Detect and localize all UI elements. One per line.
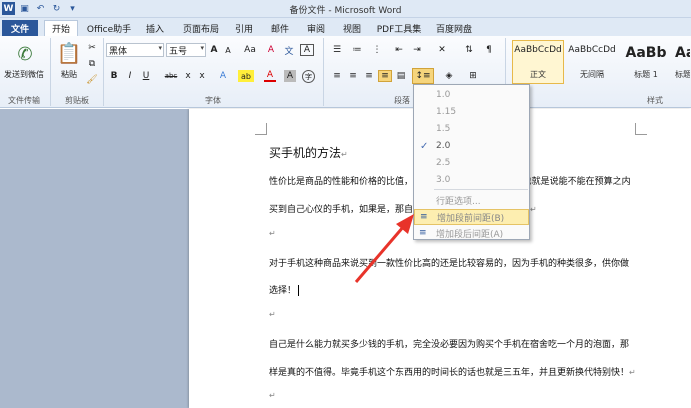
- window-title: 备份文件 - Microsoft Word: [289, 6, 402, 16]
- ribbon-tabs: 文件 开始 Office助手 插入 页面布局 引用 邮件 审阅 视图 PDF工具…: [0, 18, 691, 36]
- tab-mailings[interactable]: 邮件: [266, 20, 294, 36]
- document-line: 对于手机这种商品来说买到一款性价比高的还是比较容易的，因为手机的种类很多，供你做: [269, 259, 630, 269]
- highlight-button[interactable]: ab: [238, 70, 254, 82]
- borders-icon[interactable]: ⊞: [464, 70, 482, 82]
- tab-view[interactable]: 视图: [338, 20, 366, 36]
- menu-separator: [434, 189, 528, 190]
- font-color-button[interactable]: A: [264, 70, 276, 82]
- tab-insert[interactable]: 插入: [140, 20, 170, 36]
- line-spacing-option-2-5[interactable]: 2.5: [414, 155, 529, 171]
- copy-icon[interactable]: ⧉: [86, 58, 98, 70]
- format-painter-icon[interactable]: 🖌: [86, 74, 98, 86]
- space-before-icon: ≡: [420, 212, 428, 222]
- document-title: 买手机的方法↵: [269, 146, 348, 160]
- character-shading-button[interactable]: A: [284, 70, 296, 82]
- chinese-layout-icon[interactable]: ✕: [434, 44, 450, 56]
- tab-home[interactable]: 开始: [44, 20, 78, 36]
- tab-baidu-netdisk[interactable]: 百度网盘: [432, 20, 476, 36]
- change-case-button[interactable]: Aa: [240, 44, 260, 56]
- subscript-button[interactable]: x: [182, 70, 194, 82]
- paste-button[interactable]: 粘贴: [56, 68, 82, 80]
- tab-review[interactable]: 审阅: [302, 20, 330, 36]
- underline-button[interactable]: U: [140, 70, 152, 82]
- tab-pdf-tools[interactable]: PDF工具集: [374, 20, 424, 36]
- align-right-icon[interactable]: ≡: [362, 70, 376, 82]
- add-space-after-item[interactable]: ≡ 增加段后间距(A): [414, 225, 529, 241]
- line-spacing-button[interactable]: ↕≡: [412, 68, 434, 84]
- document-line: ↵: [269, 229, 276, 238]
- clear-format-button[interactable]: A: [264, 44, 278, 56]
- document-line: 样是真的不值得。毕竟手机这个东西用的时间长的话也就是三五年，并且更新换代特别快！…: [269, 368, 636, 378]
- italic-button[interactable]: I: [124, 70, 136, 82]
- phonetic-guide-button[interactable]: 文: [282, 44, 296, 57]
- line-spacing-options-item[interactable]: 行距选项...: [414, 192, 529, 208]
- chevron-down-icon: ▾: [158, 44, 162, 52]
- numbering-icon[interactable]: ≔: [350, 44, 364, 56]
- multilevel-list-icon[interactable]: ⋮: [370, 44, 384, 56]
- decrease-indent-icon[interactable]: ⇤: [392, 44, 406, 56]
- increase-indent-icon[interactable]: ⇥: [410, 44, 424, 56]
- document-line: ↵: [269, 391, 276, 400]
- line-spacing-option-1-15[interactable]: 1.15: [414, 104, 529, 120]
- style-title[interactable]: AaBl 标题: [674, 40, 691, 84]
- justify-icon[interactable]: ≡: [378, 70, 392, 82]
- line-spacing-option-2-0[interactable]: ✓ 2.0: [414, 138, 529, 154]
- margin-corner-mark: [635, 123, 647, 135]
- style-normal[interactable]: AaBbCcDd 正文: [512, 40, 564, 84]
- document-line: 选择！: [269, 283, 300, 296]
- align-center-icon[interactable]: ≡: [346, 70, 360, 82]
- tab-file[interactable]: 文件: [2, 20, 38, 36]
- style-no-spacing[interactable]: AaBbCcDd 无间隔: [566, 40, 618, 84]
- group-label-font: 字体: [205, 96, 221, 105]
- line-spacing-option-1-0[interactable]: 1.0: [414, 87, 529, 103]
- add-space-before-item[interactable]: ≡ 增加段前间距(B): [414, 209, 529, 225]
- bullets-icon[interactable]: ☰: [330, 44, 344, 56]
- show-marks-icon[interactable]: ¶: [482, 44, 496, 56]
- send-to-wechat-button[interactable]: 发送到微信: [0, 68, 48, 80]
- bold-button[interactable]: B: [108, 70, 120, 82]
- font-size-select[interactable]: 五号 ▾: [166, 43, 206, 57]
- ribbon-separator: [50, 38, 51, 106]
- checkmark-icon: ✓: [420, 140, 429, 152]
- tab-office-assistant[interactable]: Office助手: [84, 20, 134, 36]
- text-effects-button[interactable]: A: [216, 70, 230, 82]
- document-line: ↵: [269, 310, 276, 319]
- paste-icon[interactable]: 📋: [57, 40, 82, 66]
- margin-corner-mark: [255, 123, 267, 135]
- strikethrough-button[interactable]: abc: [162, 70, 180, 82]
- group-label-transfer: 文件传输: [8, 96, 40, 105]
- ribbon: ✆ 发送到微信 文件传输 📋 粘贴 ✂ ⧉ 🖌 剪贴板 黑体 ▾ 五号 ▾ A A …: [0, 36, 691, 108]
- style-heading-1[interactable]: AaBb 标题 1: [620, 40, 672, 84]
- superscript-button[interactable]: x: [196, 70, 208, 82]
- ribbon-separator: [323, 38, 324, 106]
- enclose-character-button[interactable]: 字: [302, 70, 315, 83]
- group-label-clipboard: 剪贴板: [65, 96, 89, 105]
- grow-font-button[interactable]: A: [208, 44, 220, 56]
- character-border-button[interactable]: A: [300, 44, 314, 56]
- shrink-font-button[interactable]: A: [222, 44, 234, 56]
- space-after-icon: ≡: [419, 228, 427, 238]
- font-name-select[interactable]: 黑体 ▾: [106, 43, 164, 57]
- tab-references[interactable]: 引用: [230, 20, 258, 36]
- tab-page-layout[interactable]: 页面布局: [178, 20, 224, 36]
- sort-icon[interactable]: ⇅: [462, 44, 476, 56]
- wechat-icon[interactable]: ✆: [12, 42, 38, 66]
- shading-icon[interactable]: ◈: [440, 70, 458, 82]
- line-spacing-option-1-5[interactable]: 1.5: [414, 121, 529, 137]
- title-bar: W ▣ ↶ ↻ ▾ 备份文件 - Microsoft Word: [0, 0, 691, 18]
- text-cursor: [298, 285, 300, 296]
- line-spacing-menu: 1.0 1.15 1.5 ✓ 2.0 2.5 3.0 行距选项... ≡ 增加段…: [413, 84, 530, 240]
- align-left-icon[interactable]: ≡: [330, 70, 344, 82]
- document-line: 自己是什么能力就买多少钱的手机，完全没必要因为购买个手机在宿舍吃一个月的泡面，那: [269, 340, 630, 350]
- line-spacing-option-3-0[interactable]: 3.0: [414, 172, 529, 188]
- chevron-down-icon: ▾: [200, 44, 204, 52]
- cut-icon[interactable]: ✂: [86, 42, 98, 54]
- group-label-styles: 样式: [647, 96, 663, 105]
- document-area: 买手机的方法↵ 性价比是商品的性能和价格的比值，公式是性价比=性能/价格，也就是…: [0, 109, 691, 408]
- distributed-icon[interactable]: ▤: [394, 70, 408, 82]
